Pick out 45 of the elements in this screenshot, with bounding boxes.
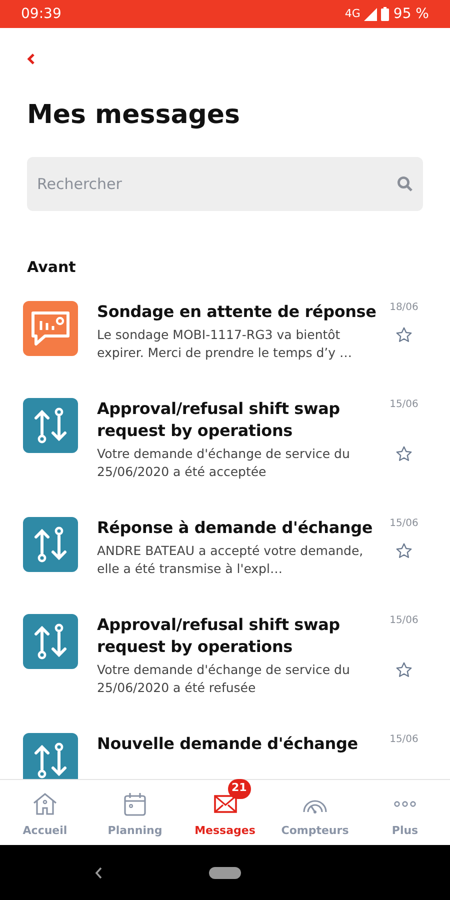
message-title: Approval/refusal shift swap request by operations (97, 614, 341, 658)
message-preview: ANDRE BATEAU a accepté votre demande, elle a été transmise à l'expl… (97, 542, 364, 578)
nav-tab[interactable]: Planning (90, 780, 180, 845)
search-icon (397, 176, 413, 192)
nav-tab[interactable]: Accueil (0, 780, 90, 845)
swap-arrows-icon (23, 516, 78, 572)
home-icon (32, 792, 58, 816)
back-icon (27, 53, 35, 65)
message-preview: Le sondage MOBI-1117-RG3 va bientôt expirer. Merci de prendre le temps d’y … (97, 326, 354, 362)
message-title: Nouvelle demande d'échange (97, 732, 359, 754)
home-pill[interactable] (209, 866, 241, 878)
message-title: Approval/refusal shift swap request by operations (97, 398, 341, 442)
calendar-icon (124, 792, 146, 816)
status-time: 09:39 (21, 4, 62, 24)
message-date: 15/06 (388, 398, 420, 412)
message-preview: Votre demande d'échange de service du 25/06/2020 a été refusée (97, 660, 351, 696)
swap-arrows-icon (23, 614, 78, 668)
search-input[interactable]: Rechercher (37, 172, 337, 196)
message-date: 18/06 (388, 300, 420, 314)
unread-badge: 21 (228, 778, 251, 798)
message-title: Réponse à demande d'échange (97, 516, 374, 538)
message-title: Sondage en attente de réponse (97, 300, 378, 322)
page-title: Mes messages (27, 99, 241, 131)
star-icon[interactable] (395, 444, 413, 462)
message-date: 15/06 (388, 516, 420, 530)
back-nav-icon[interactable] (95, 866, 103, 878)
swap-arrows-icon (23, 398, 78, 452)
section-heading: Avant (27, 257, 77, 278)
search-field[interactable]: Rechercher (27, 157, 423, 211)
star-icon[interactable] (395, 326, 413, 344)
star-icon[interactable] (395, 660, 413, 678)
nav-tab[interactable]: Compteurs (270, 780, 360, 845)
envelope-icon (214, 794, 236, 812)
message-date: 15/06 (388, 732, 420, 746)
battery-level: 95 % (393, 4, 429, 24)
star-icon[interactable] (395, 542, 413, 560)
message-date: 15/06 (388, 614, 420, 628)
signal-icon (364, 8, 378, 20)
nav-tab[interactable]: Plus (360, 780, 450, 845)
nav-tab[interactable]: 21 Messages (180, 780, 270, 845)
more-icon (394, 800, 416, 806)
network-label: 4G (344, 6, 360, 22)
survey-chart-icon (23, 300, 78, 356)
battery-icon (381, 7, 390, 21)
message-preview: Votre demande d'échange de service du 25/06/2020 a été acceptée (97, 444, 351, 480)
